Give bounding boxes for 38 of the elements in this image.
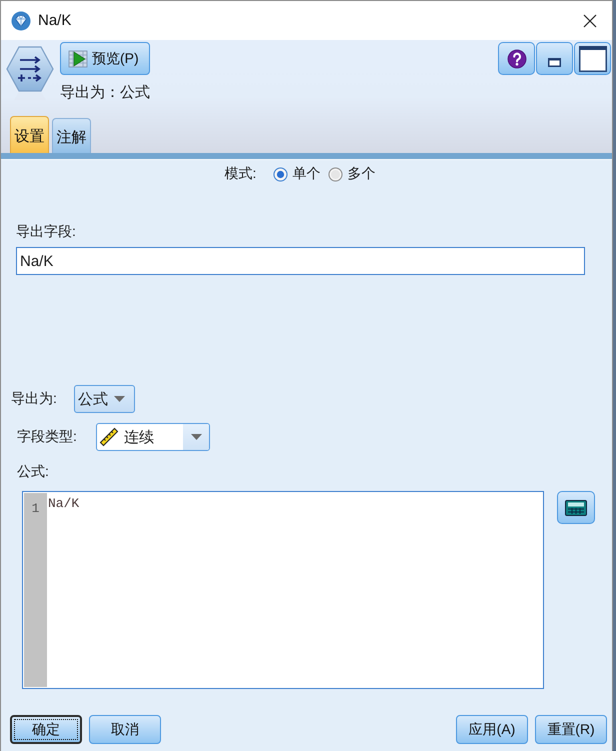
derive-field-label: 导出字段: [16, 222, 76, 241]
gem-icon [11, 10, 31, 30]
tab[interactable]: 设置 [10, 116, 49, 155]
formula-editor[interactable]: 1 Na/K [22, 491, 544, 689]
field-type-label: 字段类型: [17, 428, 78, 446]
tab[interactable]: 注解 [52, 118, 91, 155]
derive-as-label: 导出为: [11, 390, 58, 408]
close-icon [583, 14, 597, 28]
calculator-icon [565, 500, 587, 516]
radio-button[interactable] [273, 166, 288, 182]
node-subtitle: 导出为：公式 [60, 83, 150, 102]
caret-icon [190, 434, 202, 440]
derive-field-input[interactable]: Na/K [16, 247, 585, 275]
dialog-button[interactable]: 重置(R) [535, 715, 607, 744]
maximize-button[interactable] [574, 42, 611, 75]
code-line: Na/K [48, 496, 80, 512]
window-title: Na/K [38, 12, 72, 29]
dialog-button[interactable]: 确定 [10, 715, 82, 744]
mode-label: 模式: [224, 165, 256, 183]
minimize-icon [548, 58, 561, 67]
preview-button[interactable]: 预览(P) [60, 42, 150, 75]
radio-label: 多个 [347, 165, 376, 183]
help-icon [506, 48, 526, 68]
dialog-button[interactable]: 应用(A) [456, 715, 528, 744]
line-number: 1 [32, 501, 40, 517]
radio-label: 单个 [292, 165, 320, 183]
ruler-icon [99, 427, 119, 447]
maximize-icon [578, 46, 606, 72]
field-type-dropdown[interactable]: 连续 [96, 423, 210, 451]
formula-label: 公式: [17, 462, 49, 481]
play-icon [68, 48, 88, 68]
caret-icon [114, 396, 125, 402]
calculator-button[interactable] [557, 491, 595, 524]
dialog-button[interactable]: 取消 [89, 715, 161, 744]
help-button[interactable] [498, 42, 535, 75]
radio-button[interactable] [328, 166, 344, 182]
derive-as-dropdown[interactable]: 公式 [74, 385, 135, 413]
minimize-button[interactable] [536, 42, 573, 75]
